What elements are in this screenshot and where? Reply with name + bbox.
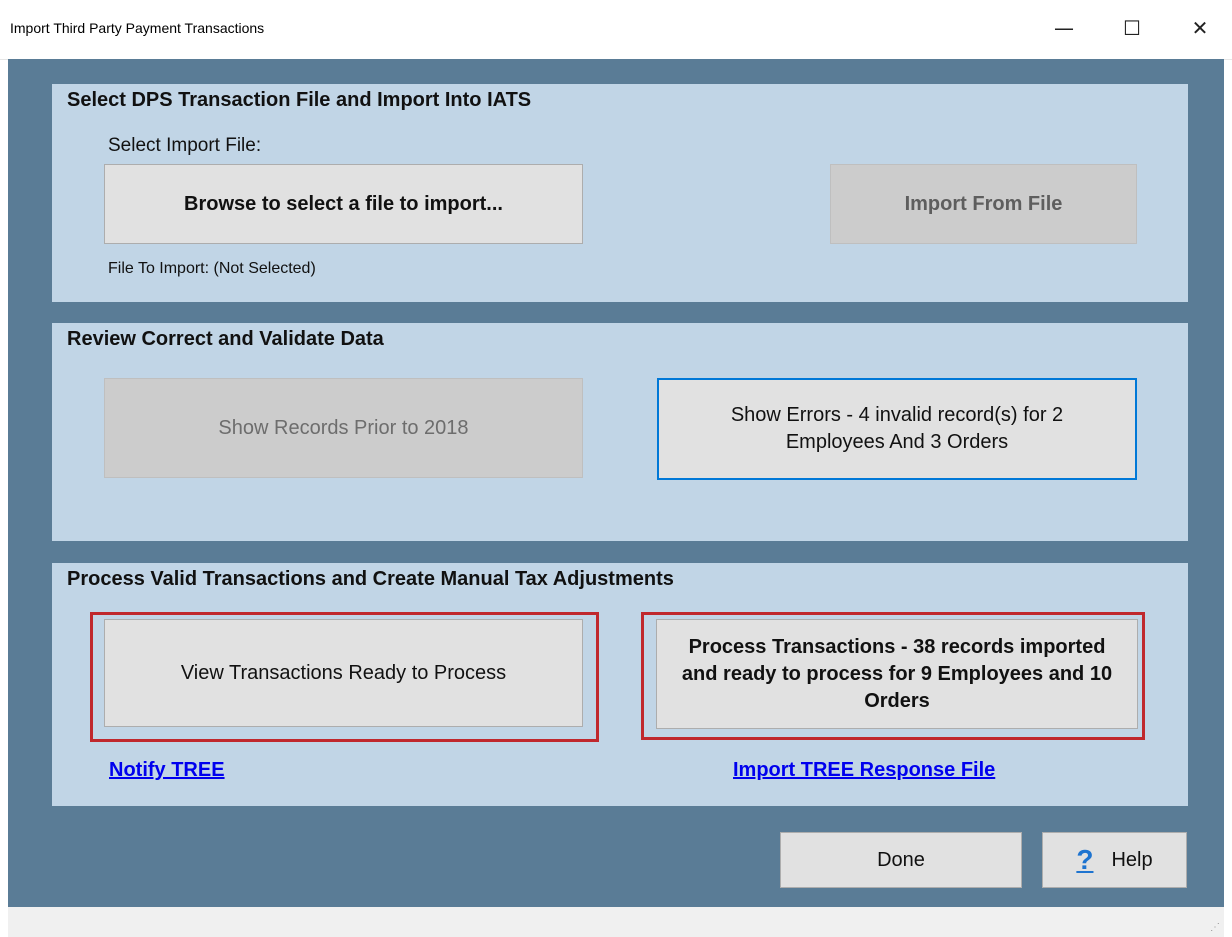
highlight-process-transactions [641, 612, 1145, 740]
title-bar: Import Third Party Payment Transactions … [0, 0, 1232, 60]
notify-tree-link[interactable]: Notify TREE [109, 759, 225, 782]
browse-button[interactable]: Browse to select a file to import... [104, 164, 583, 244]
close-icon: ✕ [1191, 16, 1209, 40]
import-tree-response-link[interactable]: Import TREE Response File [733, 759, 995, 782]
minimize-icon: — [1054, 16, 1074, 40]
show-errors-button[interactable]: Show Errors - 4 invalid record(s) for 2 … [657, 378, 1137, 480]
review-data-panel: Review Correct and Validate Data Show Re… [52, 323, 1188, 541]
minimize-button[interactable]: — [1040, 10, 1088, 46]
status-bar: ⋰ [8, 907, 1224, 937]
select-file-panel: Select DPS Transaction File and Import I… [52, 84, 1188, 302]
import-from-file-button[interactable]: Import From File [830, 164, 1137, 244]
close-button[interactable]: ✕ [1176, 10, 1224, 46]
help-label: Help [1111, 848, 1153, 871]
file-to-import-status: File To Import: (Not Selected) [108, 260, 316, 277]
help-icon: ? [1076, 844, 1094, 876]
panel-title-review: Review Correct and Validate Data [67, 328, 384, 350]
window-title: Import Third Party Payment Transactions [10, 20, 265, 36]
maximize-icon: ☐ [1123, 16, 1141, 40]
maximize-button[interactable]: ☐ [1108, 10, 1156, 46]
panel-title-select-file: Select DPS Transaction File and Import I… [67, 89, 532, 111]
show-prior-records-button[interactable]: Show Records Prior to 2018 [104, 378, 583, 478]
highlight-view-transactions [90, 612, 599, 742]
select-import-label: Select Import File: [108, 135, 262, 156]
done-button[interactable]: Done [780, 832, 1022, 888]
resize-grip-icon[interactable]: ⋰ [1210, 922, 1220, 933]
help-button[interactable]: ? Help [1042, 832, 1187, 888]
panel-title-process: Process Valid Transactions and Create Ma… [67, 568, 674, 590]
